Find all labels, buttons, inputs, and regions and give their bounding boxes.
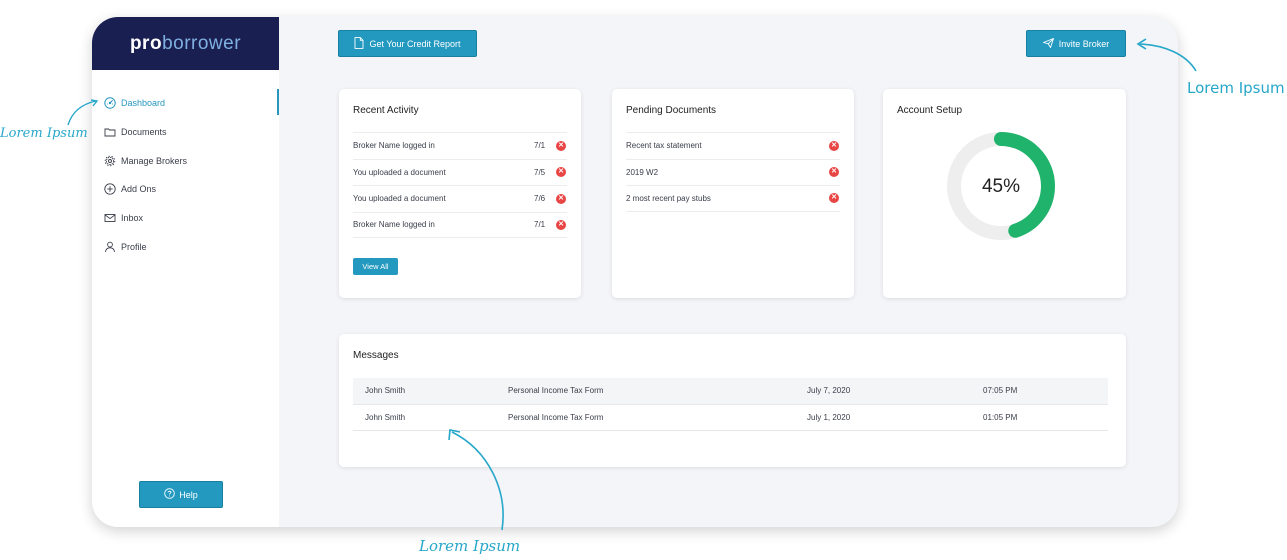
send-icon (1042, 37, 1054, 50)
close-icon[interactable]: ✕ (829, 167, 839, 178)
user-icon (103, 240, 116, 253)
activity-date: 7/1 (534, 220, 546, 230)
table-row[interactable]: John Smith Personal Income Tax Form July… (353, 378, 1108, 405)
logo-borrower: borrower (162, 32, 242, 54)
message-sender: John Smith (365, 412, 406, 422)
gear-icon (103, 154, 116, 167)
sidebar-item-label: Profile (121, 241, 147, 252)
list-item: Broker Name logged in 7/1 ✕ (353, 211, 567, 238)
recent-activity-card: Recent Activity Broker Name logged in 7/… (339, 89, 581, 298)
messages-table: John Smith Personal Income Tax Form July… (353, 378, 1108, 431)
activity-date: 7/5 (534, 167, 546, 177)
list-item: Recent tax statement ✕ (626, 132, 840, 159)
document-text: 2 most recent pay stubs (626, 193, 711, 203)
pending-documents-title: Pending Documents (626, 105, 717, 116)
pending-documents-card: Pending Documents Recent tax statement ✕… (612, 89, 854, 298)
activity-date: 7/6 (534, 194, 546, 204)
activity-text: Broker Name logged in (353, 141, 435, 151)
close-icon[interactable]: ✕ (556, 167, 566, 178)
annotation-right: Lorem Ipsum (1187, 79, 1285, 97)
list-item: You uploaded a document 7/5 ✕ (353, 158, 567, 186)
sidebar-item-label: Add Ons (121, 184, 157, 195)
document-icon (354, 36, 364, 51)
sidebar-item-label: Manage Brokers (121, 155, 188, 166)
question-circle-icon (164, 488, 175, 501)
table-row[interactable]: John Smith Personal Income Tax Form July… (353, 405, 1108, 431)
message-sender: John Smith (365, 386, 406, 396)
close-icon[interactable]: ✕ (556, 193, 566, 204)
sidebar-item-add-ons[interactable]: Add Ons (92, 175, 279, 204)
sidebar-item-label: Dashboard (121, 98, 166, 109)
close-icon[interactable]: ✕ (556, 140, 566, 151)
invite-broker-button[interactable]: Invite Broker (1026, 30, 1126, 57)
list-item: You uploaded a document 7/6 ✕ (353, 185, 567, 212)
sidebar-item-manage-brokers[interactable]: Manage Brokers (92, 146, 279, 175)
document-text: Recent tax statement (626, 141, 702, 151)
activity-text: Broker Name logged in (353, 220, 435, 230)
sidebar: pro borrower Dashboard Documents Manage B… (92, 17, 279, 527)
logo-pro: pro (129, 32, 163, 54)
progress-ring: 45% (947, 132, 1055, 240)
messages-card: Messages John Smith Personal Income Tax … (339, 334, 1126, 467)
sidebar-item-label: Inbox (121, 213, 144, 224)
message-date: July 7, 2020 (807, 386, 851, 396)
close-icon[interactable]: ✕ (556, 219, 566, 230)
message-subject: Personal Income Tax Form (508, 412, 604, 422)
account-setup-card: Account Setup 45% (883, 89, 1126, 298)
pending-documents-list: Recent tax statement ✕ 2019 W2 ✕ 2 most … (626, 132, 840, 212)
close-icon[interactable]: ✕ (829, 140, 839, 151)
recent-activity-list: Broker Name logged in 7/1 ✕ You uploaded… (353, 132, 567, 238)
app-window: pro borrower Dashboard Documents Manage B… (92, 17, 1178, 527)
message-time: 01:05 PM (983, 412, 1018, 422)
list-item: Broker Name logged in 7/1 ✕ (353, 132, 567, 159)
help-label: Help (179, 489, 198, 500)
activity-text: You uploaded a document (353, 194, 446, 204)
list-item: 2019 W2 ✕ (626, 158, 840, 186)
messages-title: Messages (353, 350, 399, 361)
activity-date: 7/1 (534, 141, 546, 151)
sidebar-item-inbox[interactable]: Inbox (92, 204, 279, 233)
dashboard-icon (103, 97, 116, 110)
document-text: 2019 W2 (626, 167, 659, 177)
sidebar-item-dashboard[interactable]: Dashboard (92, 89, 279, 118)
message-subject: Personal Income Tax Form (508, 386, 604, 396)
message-time: 07:05 PM (983, 386, 1018, 396)
progress-percent: 45% (982, 176, 1020, 197)
invite-broker-label: Invite Broker (1058, 38, 1110, 49)
plus-circle-icon (103, 183, 116, 196)
message-date: July 1, 2020 (807, 412, 851, 422)
sidebar-item-profile[interactable]: Profile (92, 232, 279, 261)
mail-icon (103, 212, 116, 225)
sidebar-item-documents[interactable]: Documents (92, 118, 279, 147)
credit-report-button[interactable]: Get Your Credit Report (338, 30, 477, 57)
logo[interactable]: pro borrower (92, 17, 279, 70)
credit-report-label: Get Your Credit Report (369, 38, 461, 49)
annotation-bottom: Lorem Ipsum (419, 537, 521, 555)
annotation-left: Lorem Ipsum (0, 126, 88, 141)
recent-activity-title: Recent Activity (353, 105, 419, 116)
sidebar-item-label: Documents (121, 127, 167, 138)
list-item: 2 most recent pay stubs ✕ (626, 185, 840, 212)
folder-icon (103, 126, 116, 139)
activity-text: You uploaded a document (353, 167, 446, 177)
help-button[interactable]: Help (139, 481, 223, 508)
view-all-button[interactable]: View All (353, 258, 398, 275)
sidebar-nav: Dashboard Documents Manage Brokers Add O… (92, 89, 279, 261)
close-icon[interactable]: ✕ (829, 193, 839, 204)
